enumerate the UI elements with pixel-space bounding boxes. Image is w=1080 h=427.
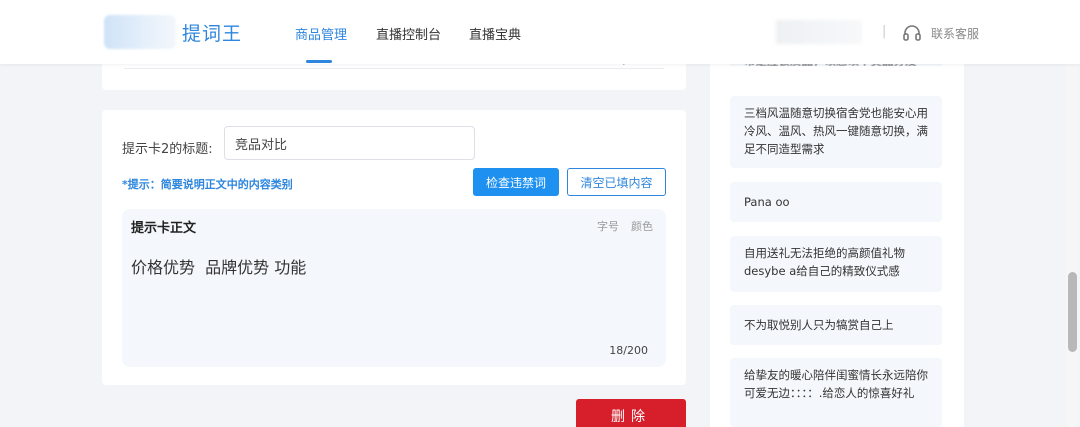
- divider: [124, 68, 664, 69]
- header-divider: |: [882, 24, 887, 39]
- top-header: 提词王 商品管理 直播控制台 直播宝典 | 联系客服: [0, 0, 1080, 64]
- char-counter: 18/200: [609, 344, 648, 357]
- check-banned-words-button[interactable]: 检查违禁词: [473, 168, 559, 196]
- suggestion-panel: 市是应该质品，以惩以丨类品分及 三档风温随意切换宿舍党也能安心用冷风、温风、热风…: [710, 40, 964, 427]
- clear-content-button[interactable]: 清空已填内容: [567, 168, 666, 196]
- tip-text: *提示：简要说明正文中的内容类别: [122, 178, 293, 191]
- delete-button[interactable]: 删除: [576, 399, 686, 427]
- suggestion-item[interactable]: Pana oo: [730, 182, 942, 222]
- card-title-input[interactable]: [224, 126, 475, 160]
- nav-tab-live-console[interactable]: 直播控制台: [376, 24, 441, 43]
- font-color-tool[interactable]: 颜色: [631, 218, 653, 234]
- suggestion-item[interactable]: 给挚友的暖心陪伴闺蜜情长永远陪你可爱无边：：：：.给恋人的惊喜好礼: [730, 358, 942, 427]
- brand-title: 提词王: [182, 23, 243, 45]
- nav-tab-live-guide[interactable]: 直播宝典: [469, 24, 521, 43]
- headset-icon[interactable]: [902, 23, 922, 43]
- active-tab-indicator: [306, 60, 332, 63]
- prompt-card-2: 提示卡2的标题: *提示：简要说明正文中的内容类别 检查违禁词 清空已填内容 提…: [102, 110, 686, 385]
- editor-title: 提示卡正文: [131, 221, 197, 236]
- suggestion-item[interactable]: 三档风温随意切换宿舍党也能安心用冷风、温风、热风一键随意切换，满足不同造型需求: [730, 96, 942, 168]
- suggestion-item[interactable]: 自用送礼无法拒绝的高颜值礼物 desybe a给自己的精致仪式感: [730, 236, 942, 292]
- editor-content[interactable]: 价格优势 品牌优势 功能: [131, 254, 306, 278]
- nav-tab-product-management[interactable]: 商品管理: [295, 24, 347, 43]
- contact-service-link[interactable]: 联系客服: [931, 25, 979, 42]
- suggestion-item[interactable]: 不为取悦别人只为犒赏自己上: [730, 305, 942, 345]
- scrollbar-thumb[interactable]: [1068, 272, 1077, 352]
- font-size-tool[interactable]: 字号: [597, 218, 619, 234]
- logo: [104, 15, 176, 49]
- card-title-label: 提示卡2的标题:: [122, 142, 213, 157]
- page-scrollbar[interactable]: [1066, 64, 1078, 427]
- card-body-editor[interactable]: 提示卡正文 字号 颜色 价格优势 品牌优势 功能 18/200: [122, 209, 666, 367]
- user-account[interactable]: [776, 20, 862, 44]
